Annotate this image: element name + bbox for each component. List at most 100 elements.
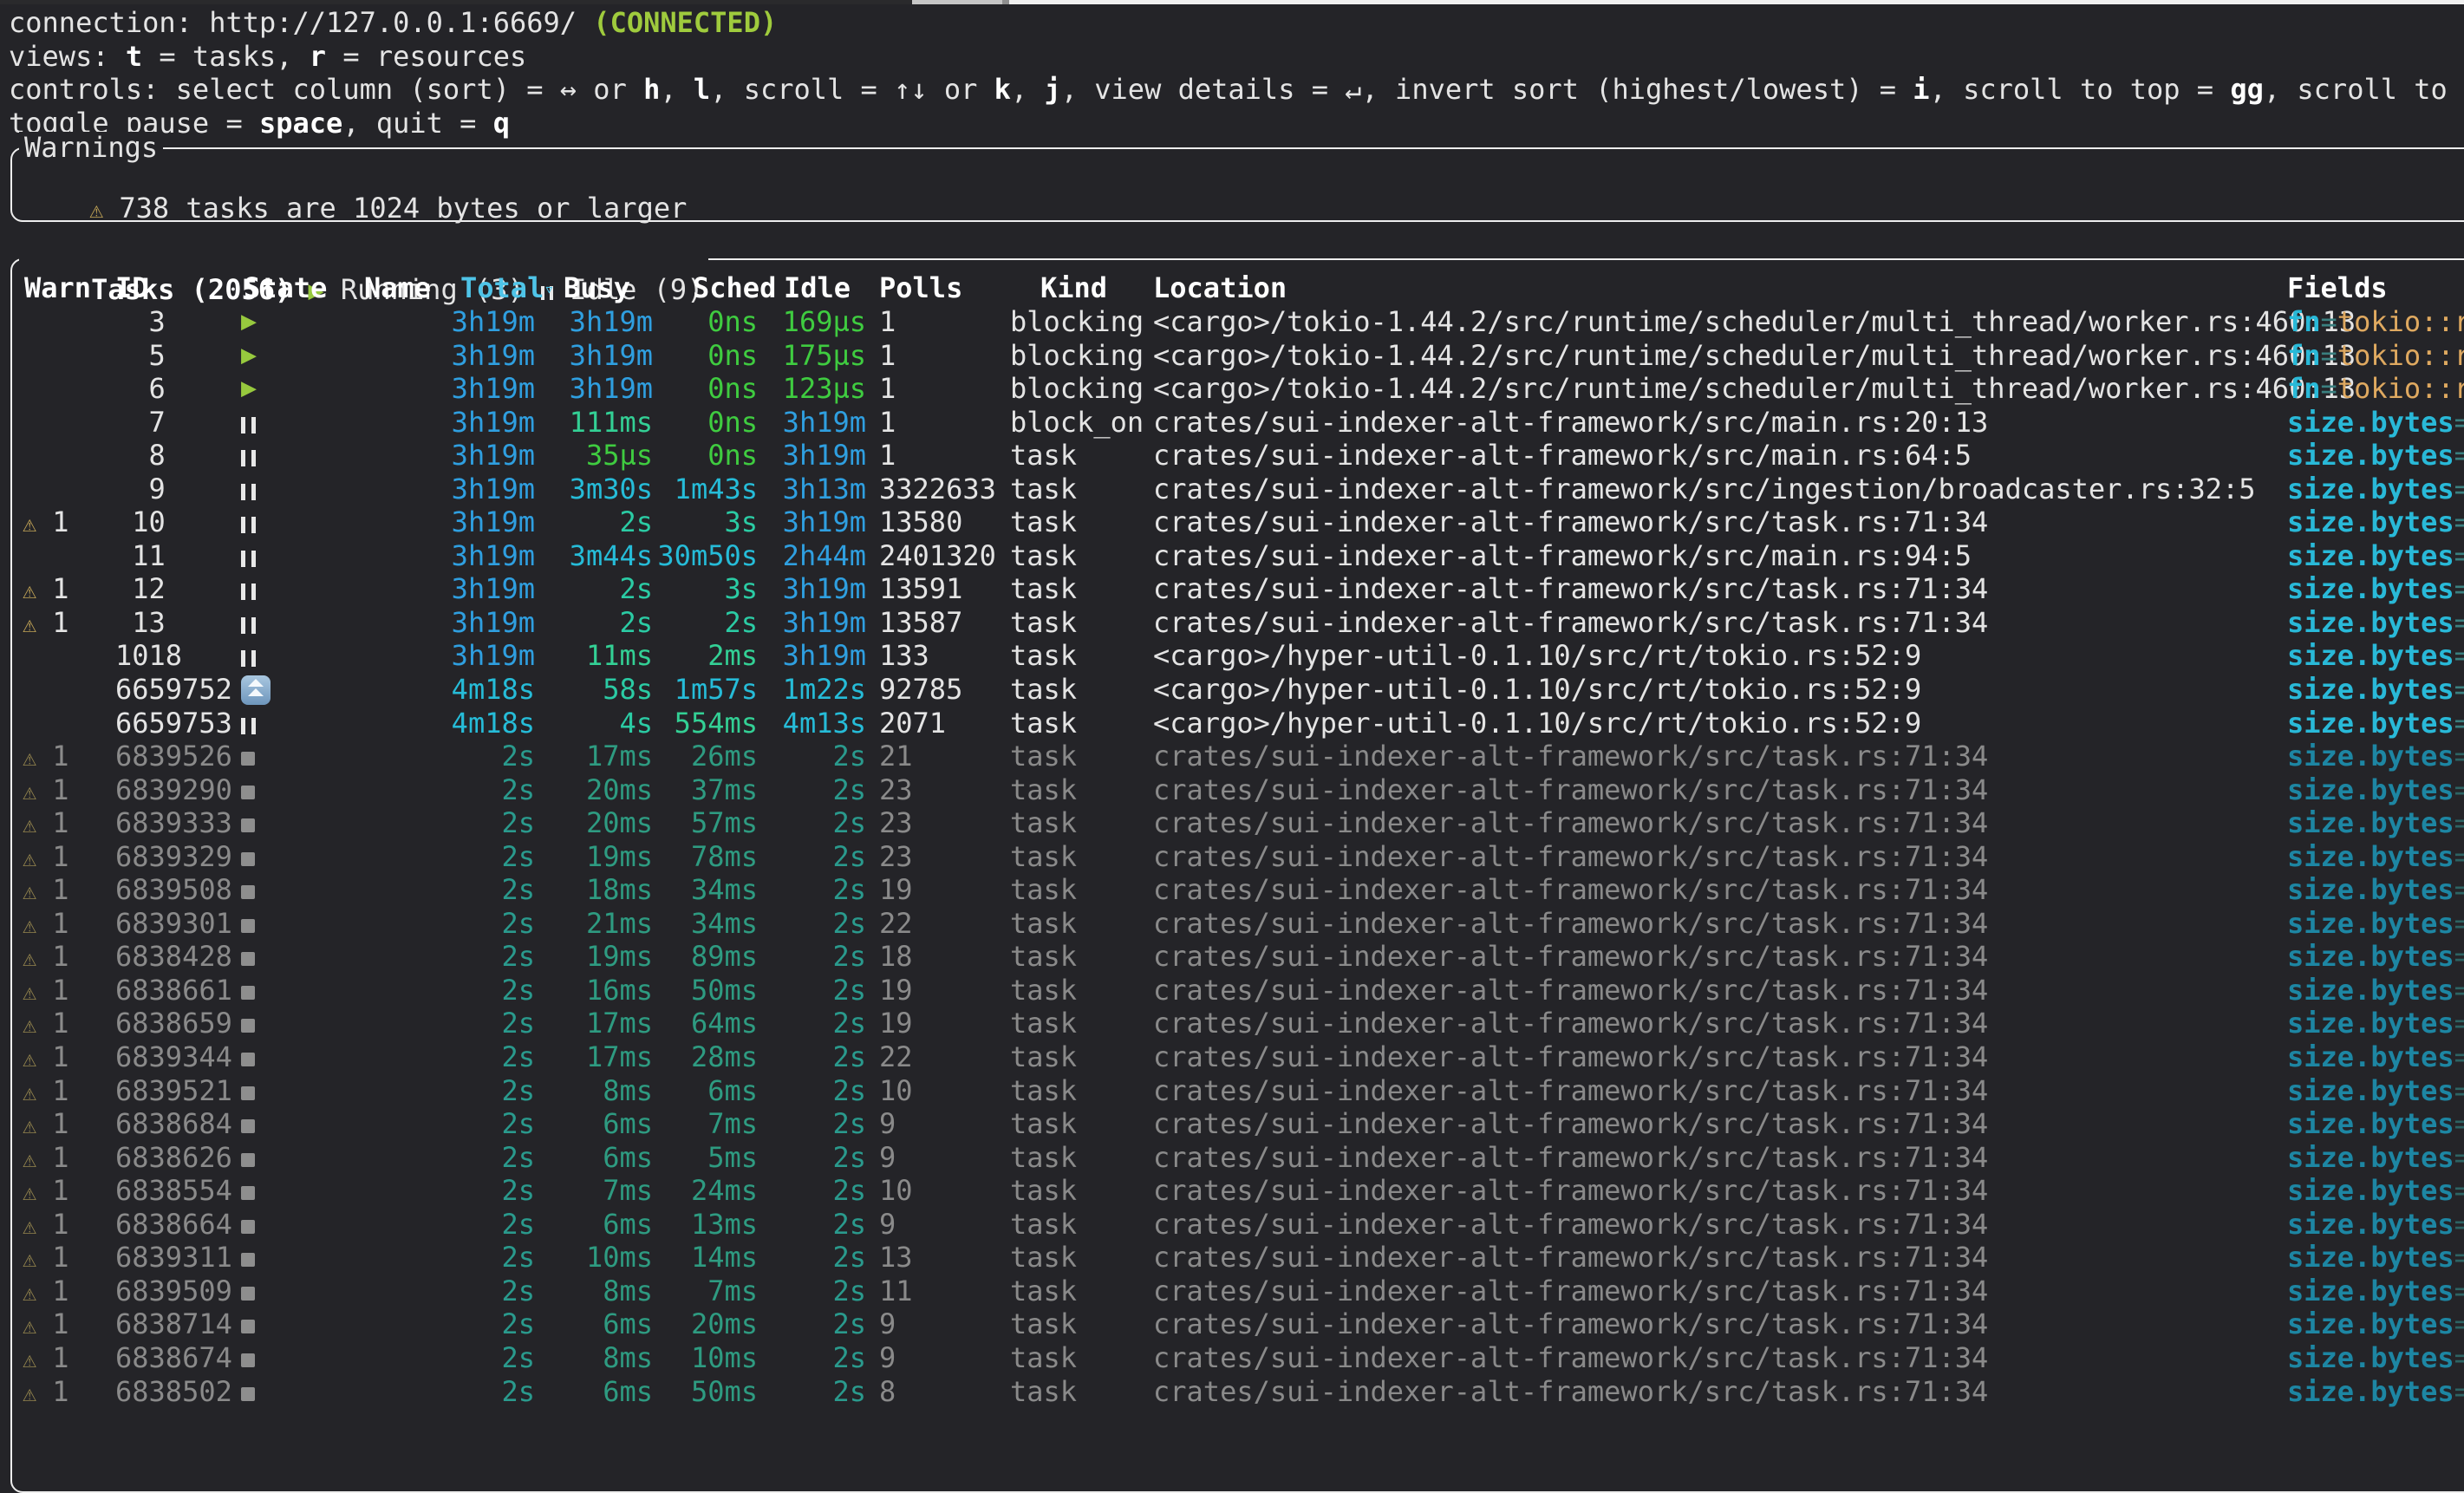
task-row[interactable]: 6▶3h19m3h19m0ns123µs1blocking<cargo>/tok… bbox=[12, 372, 2464, 406]
warn-count: 1 bbox=[52, 773, 68, 806]
task-row[interactable]: ⚠168384282s19ms89ms2s18taskcrates/sui-in… bbox=[12, 940, 2464, 974]
task-row[interactable]: ⚠168395092s8ms7ms2s11taskcrates/sui-inde… bbox=[12, 1275, 2464, 1308]
cell-idle: 2s bbox=[758, 1141, 866, 1175]
task-row[interactable]: ⚠168393332s20ms57ms2s23taskcrates/sui-in… bbox=[12, 806, 2464, 840]
task-row[interactable]: ⚠168395082s18ms34ms2s19taskcrates/sui-in… bbox=[12, 873, 2464, 907]
cell-fields: size.bytes= bbox=[2287, 974, 2464, 1007]
cell-task-id: 6838684 bbox=[115, 1107, 237, 1141]
cell-fields: size.bytes= bbox=[2287, 1341, 2464, 1375]
column-header-location[interactable]: Location bbox=[1153, 271, 1287, 305]
cell-polls: 1 bbox=[879, 305, 896, 339]
task-row[interactable]: ⚠168386742s8ms10ms2s9taskcrates/sui-inde… bbox=[12, 1341, 2464, 1375]
task-row[interactable]: ⚠168393112s10ms14ms2s13taskcrates/sui-in… bbox=[12, 1241, 2464, 1275]
column-header-total[interactable]: Total▿ bbox=[460, 271, 554, 306]
cell-kind: blocking bbox=[1010, 372, 1144, 406]
column-header-kind[interactable]: Kind bbox=[1040, 271, 1107, 305]
task-row[interactable]: ⚠168393442s17ms28ms2s22taskcrates/sui-in… bbox=[12, 1040, 2464, 1074]
cell-sched: 0ns bbox=[653, 305, 758, 339]
task-row[interactable]: ⚠168386842s6ms7ms2s9taskcrates/sui-index… bbox=[12, 1107, 2464, 1141]
task-row[interactable]: 3▶3h19m3h19m0ns169µs1blocking<cargo>/tok… bbox=[12, 305, 2464, 339]
task-row[interactable]: ⚠1 123h19m2s3s3h19m13591taskcrates/sui-i… bbox=[12, 572, 2464, 606]
field-key: size.bytes bbox=[2287, 1275, 2454, 1307]
cell-kind: task bbox=[1010, 539, 1077, 573]
column-header-polls[interactable]: Polls bbox=[879, 271, 962, 305]
cell-fields: size.bytes= bbox=[2287, 1074, 2464, 1108]
cell-task-id: 6839333 bbox=[115, 806, 237, 840]
cell-task-id: 11 bbox=[115, 539, 237, 573]
cell-idle: 3h13m bbox=[758, 473, 866, 506]
cell-idle: 2s bbox=[758, 1074, 866, 1108]
task-row[interactable]: ⚠1 103h19m2s3s3h19m13580taskcrates/sui-i… bbox=[12, 505, 2464, 539]
cell-task-id: 6838502 bbox=[115, 1375, 237, 1409]
task-row[interactable]: ⚠168386592s17ms64ms2s19taskcrates/sui-in… bbox=[12, 1007, 2464, 1040]
column-header-busy[interactable]: Busy bbox=[564, 271, 630, 305]
cell-location: <cargo>/tokio-1.44.2/src/runtime/schedul… bbox=[1153, 339, 2356, 373]
cell-sched: 10ms bbox=[653, 1341, 758, 1375]
state-cell bbox=[241, 907, 255, 941]
task-row[interactable]: ⚠168386612s16ms50ms2s19taskcrates/sui-in… bbox=[12, 974, 2464, 1007]
task-row[interactable]: 73h19m111ms0ns3h19m1block_oncrates/sui-i… bbox=[12, 406, 2464, 440]
cell-task-id: 6839311 bbox=[115, 1241, 237, 1275]
cell-fields: size.bytes= bbox=[2287, 439, 2464, 473]
task-row[interactable]: ⚠168395262s17ms26ms2s21taskcrates/sui-in… bbox=[12, 740, 2464, 773]
cell-polls: 1 bbox=[879, 406, 896, 440]
column-header-name[interactable]: Name bbox=[364, 271, 431, 305]
warn-cell: ⚠1 bbox=[23, 505, 69, 542]
column-header-sched[interactable]: Sched bbox=[693, 271, 776, 305]
task-row[interactable]: 83h19m35µs0ns3h19m1taskcrates/sui-indexe… bbox=[12, 439, 2464, 473]
column-header-warn[interactable]: Warn bbox=[24, 271, 91, 305]
cell-busy: 58s bbox=[535, 673, 653, 707]
task-row[interactable]: ⚠168392902s20ms37ms2s23taskcrates/sui-in… bbox=[12, 773, 2464, 807]
field-key: size.bytes bbox=[2287, 1007, 2454, 1040]
cell-busy: 16ms bbox=[535, 974, 653, 1007]
task-row[interactable]: ⚠168393292s19ms78ms2s23taskcrates/sui-in… bbox=[12, 840, 2464, 874]
task-row[interactable]: ⚠168393012s21ms34ms2s22taskcrates/sui-in… bbox=[12, 907, 2464, 941]
task-row[interactable]: ⚠168395212s8ms6ms2s10taskcrates/sui-inde… bbox=[12, 1074, 2464, 1108]
stop-icon bbox=[241, 786, 255, 799]
column-header-fields[interactable]: Fields bbox=[2287, 271, 2388, 305]
cell-sched: 57ms bbox=[653, 806, 758, 840]
cell-task-id: 6839301 bbox=[115, 907, 237, 941]
cell-fields: size.bytes= bbox=[2287, 505, 2464, 539]
warn-count: 1 bbox=[52, 1241, 68, 1274]
field-key: size.bytes bbox=[2287, 539, 2454, 572]
column-header-state[interactable]: State bbox=[244, 271, 327, 305]
warn-cell: ⚠1 bbox=[23, 1141, 69, 1177]
tokio-console-screen: { "window": { "strip_note": "window-edge… bbox=[0, 0, 2464, 1406]
cell-busy: 6ms bbox=[535, 1107, 653, 1141]
task-row[interactable]: ⚠1 133h19m2s2s3h19m13587taskcrates/sui-i… bbox=[12, 606, 2464, 640]
task-row[interactable]: 93h19m3m30s1m43s3h13m3322633taskcrates/s… bbox=[12, 473, 2464, 506]
cell-busy: 18ms bbox=[535, 873, 653, 907]
cell-total: 2s bbox=[451, 974, 535, 1007]
task-row[interactable]: ⚠168385022s6ms50ms2s8taskcrates/sui-inde… bbox=[12, 1375, 2464, 1409]
cell-fields: size.bytes= bbox=[2287, 840, 2464, 874]
cell-idle: 3h19m bbox=[758, 505, 866, 539]
task-row[interactable]: 113h19m3m44s30m50s2h44m2401320taskcrates… bbox=[12, 539, 2464, 573]
task-row[interactable]: ⚠168386642s6ms13ms2s9taskcrates/sui-inde… bbox=[12, 1208, 2464, 1242]
cell-total: 4m18s bbox=[451, 673, 535, 707]
cell-idle: 2s bbox=[758, 1241, 866, 1275]
field-key: fn bbox=[2287, 372, 2321, 405]
cell-total: 2s bbox=[451, 1341, 535, 1375]
column-header-id[interactable]: ID bbox=[115, 271, 149, 305]
column-header-idle[interactable]: Idle bbox=[784, 271, 851, 305]
task-row[interactable]: 66597524m18s58s1m57s1m22s92785task<cargo… bbox=[12, 673, 2464, 707]
pause-icon bbox=[241, 417, 256, 434]
cell-idle: 2s bbox=[758, 1174, 866, 1208]
cell-polls: 9 bbox=[879, 1341, 896, 1375]
cell-busy: 21ms bbox=[535, 907, 653, 941]
cell-busy: 3h19m bbox=[535, 339, 653, 373]
task-row[interactable]: ⚠168386262s6ms5ms2s9taskcrates/sui-index… bbox=[12, 1141, 2464, 1175]
cell-kind: task bbox=[1010, 1341, 1077, 1375]
field-key: size.bytes bbox=[2287, 639, 2454, 672]
task-row[interactable]: ⚠168387142s6ms20ms2s9taskcrates/sui-inde… bbox=[12, 1307, 2464, 1341]
warning-icon: ⚠ bbox=[23, 1079, 36, 1106]
cell-idle: 2s bbox=[758, 940, 866, 974]
task-row[interactable]: ⚠168385542s7ms24ms2s10taskcrates/sui-ind… bbox=[12, 1174, 2464, 1208]
warning-icon: ⚠ bbox=[23, 845, 36, 872]
task-row[interactable]: 5▶3h19m3h19m0ns175µs1blocking<cargo>/tok… bbox=[12, 339, 2464, 373]
state-cell bbox=[241, 806, 255, 840]
task-row[interactable]: 10183h19m11ms2ms3h19m133task<cargo>/hype… bbox=[12, 639, 2464, 673]
task-row[interactable]: 66597534m18s4s554ms4m13s2071task<cargo>/… bbox=[12, 707, 2464, 740]
cell-busy: 3m30s bbox=[535, 473, 653, 506]
